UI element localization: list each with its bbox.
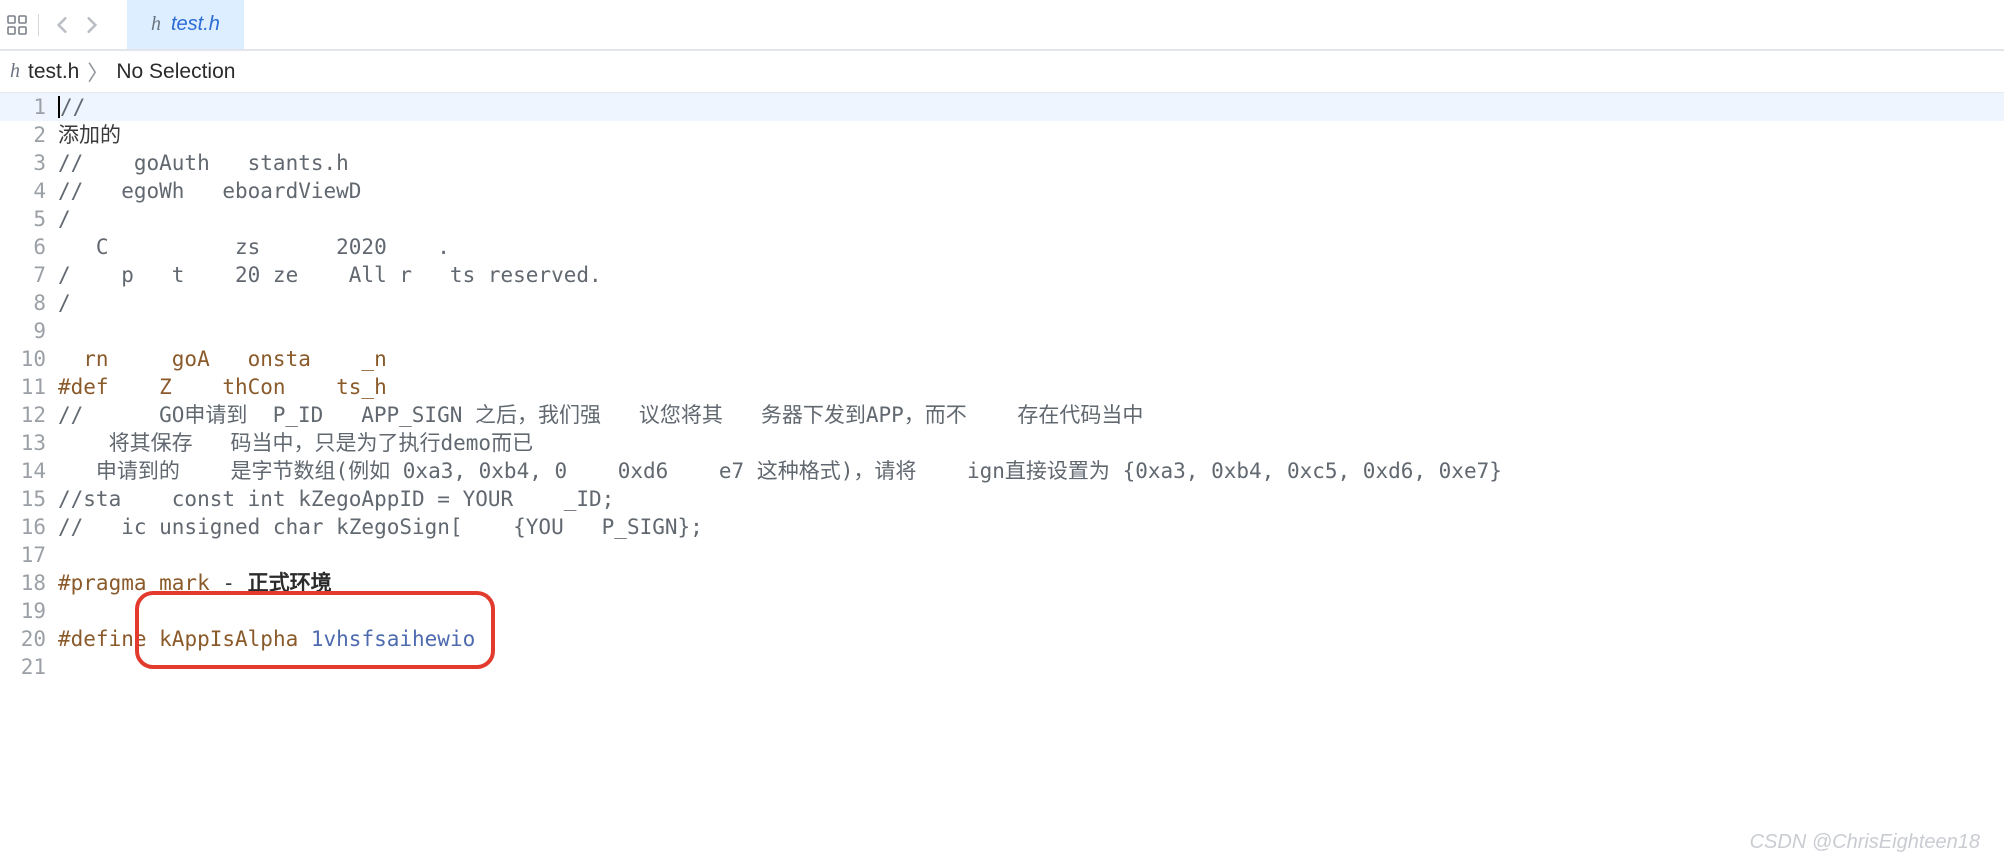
code-line[interactable]: 10 rn goA onsta _n — [0, 345, 2004, 373]
code-line[interactable]: 8/ — [0, 289, 2004, 317]
forward-button[interactable] — [79, 12, 105, 38]
line-number: 5 — [0, 205, 58, 233]
line-number: 20 — [0, 625, 58, 653]
code-content[interactable]: #def Z thCon ts_h — [58, 373, 2004, 401]
header-file-icon: h — [10, 60, 20, 83]
code-content[interactable]: / — [58, 205, 2004, 233]
code-line[interactable]: 17 — [0, 541, 2004, 569]
code-content[interactable]: // ic unsigned char kZegoSign[ {YOU P_SI… — [58, 513, 2004, 541]
code-content[interactable]: 添加的 — [58, 121, 2004, 149]
code-line[interactable]: 5/ — [0, 205, 2004, 233]
header-file-icon: h — [151, 13, 161, 36]
code-content[interactable]: // — [58, 93, 2004, 121]
code-content[interactable]: // egoWh eboardViewD — [58, 177, 2004, 205]
line-number: 10 — [0, 345, 58, 373]
line-number: 9 — [0, 317, 58, 345]
line-number: 11 — [0, 373, 58, 401]
code-content[interactable]: rn goA onsta _n — [58, 345, 2004, 373]
breadcrumb-selection[interactable]: No Selection — [116, 60, 235, 84]
line-number: 13 — [0, 429, 58, 457]
code-content[interactable]: #define kAppIsAlpha 1vhsfsaihewio — [58, 625, 2004, 653]
code-content[interactable]: // GO申请到 P_ID APP_SIGN 之后，我们强 议您将其 务器下发到… — [58, 401, 2004, 429]
code-line[interactable]: 16// ic unsigned char kZegoSign[ {YOU P_… — [0, 513, 2004, 541]
line-number: 15 — [0, 485, 58, 513]
line-number: 7 — [0, 261, 58, 289]
code-line[interactable]: 3// goAuth stants.h — [0, 149, 2004, 177]
separator — [38, 14, 39, 36]
code-content[interactable]: C zs 2020 . — [58, 233, 2004, 261]
line-number: 16 — [0, 513, 58, 541]
breadcrumb: h test.h 〉 No Selection — [0, 51, 2004, 93]
tab-label: test.h — [171, 13, 220, 36]
code-content[interactable]: #pragma mark - 正式环境 — [58, 569, 2004, 597]
line-number: 12 — [0, 401, 58, 429]
line-number: 17 — [0, 541, 58, 569]
code-line[interactable]: 6 C zs 2020 . — [0, 233, 2004, 261]
code-line[interactable]: 18#pragma mark - 正式环境 — [0, 569, 2004, 597]
line-number: 19 — [0, 597, 58, 625]
back-button[interactable] — [49, 12, 75, 38]
line-number: 6 — [0, 233, 58, 261]
line-number: 14 — [0, 457, 58, 485]
code-content[interactable]: / — [58, 289, 2004, 317]
line-number: 21 — [0, 653, 58, 681]
code-editor[interactable]: 1//2添加的3// goAuth stants.h4// egoWh eboa… — [0, 93, 2004, 866]
code-line[interactable]: 2添加的 — [0, 121, 2004, 149]
code-line[interactable]: 14 申请到的 是字节数组(例如 0xa3, 0xb4, 0 0xd6 e7 这… — [0, 457, 2004, 485]
code-content[interactable]: //sta const int kZegoAppID = YOUR _ID; — [58, 485, 2004, 513]
line-number: 8 — [0, 289, 58, 317]
chevron-right-icon: 〉 — [87, 57, 108, 87]
code-line[interactable]: 7/ p t 20 ze All r ts reserved. — [0, 261, 2004, 289]
code-content[interactable]: // goAuth stants.h — [58, 149, 2004, 177]
code-line[interactable]: 19 — [0, 597, 2004, 625]
tab-test-h[interactable]: h test.h — [127, 0, 244, 49]
line-number: 2 — [0, 121, 58, 149]
code-line[interactable]: 15//sta const int kZegoAppID = YOUR _ID; — [0, 485, 2004, 513]
code-line[interactable]: 20#define kAppIsAlpha 1vhsfsaihewio — [0, 625, 2004, 653]
project-navigator-icon[interactable] — [6, 14, 28, 36]
line-number: 4 — [0, 177, 58, 205]
toolbar: h test.h — [0, 0, 2004, 51]
code-line[interactable]: 4// egoWh eboardViewD — [0, 177, 2004, 205]
code-line[interactable]: 21 — [0, 653, 2004, 681]
line-number: 18 — [0, 569, 58, 597]
code-line[interactable]: 1// — [0, 93, 2004, 121]
code-line[interactable]: 13 将其保存 码当中，只是为了执行demo而已 — [0, 429, 2004, 457]
code-content[interactable]: 将其保存 码当中，只是为了执行demo而已 — [58, 429, 2004, 457]
line-number: 3 — [0, 149, 58, 177]
code-content[interactable]: 申请到的 是字节数组(例如 0xa3, 0xb4, 0 0xd6 e7 这种格式… — [58, 457, 2004, 485]
breadcrumb-filename[interactable]: test.h — [28, 60, 79, 84]
code-line[interactable]: 11#def Z thCon ts_h — [0, 373, 2004, 401]
code-content[interactable]: / p t 20 ze All r ts reserved. — [58, 261, 2004, 289]
code-line[interactable]: 12// GO申请到 P_ID APP_SIGN 之后，我们强 议您将其 务器下… — [0, 401, 2004, 429]
code-line[interactable]: 9 — [0, 317, 2004, 345]
watermark: CSDN @ChrisEighteen18 — [1750, 828, 1980, 856]
line-number: 1 — [0, 93, 58, 121]
